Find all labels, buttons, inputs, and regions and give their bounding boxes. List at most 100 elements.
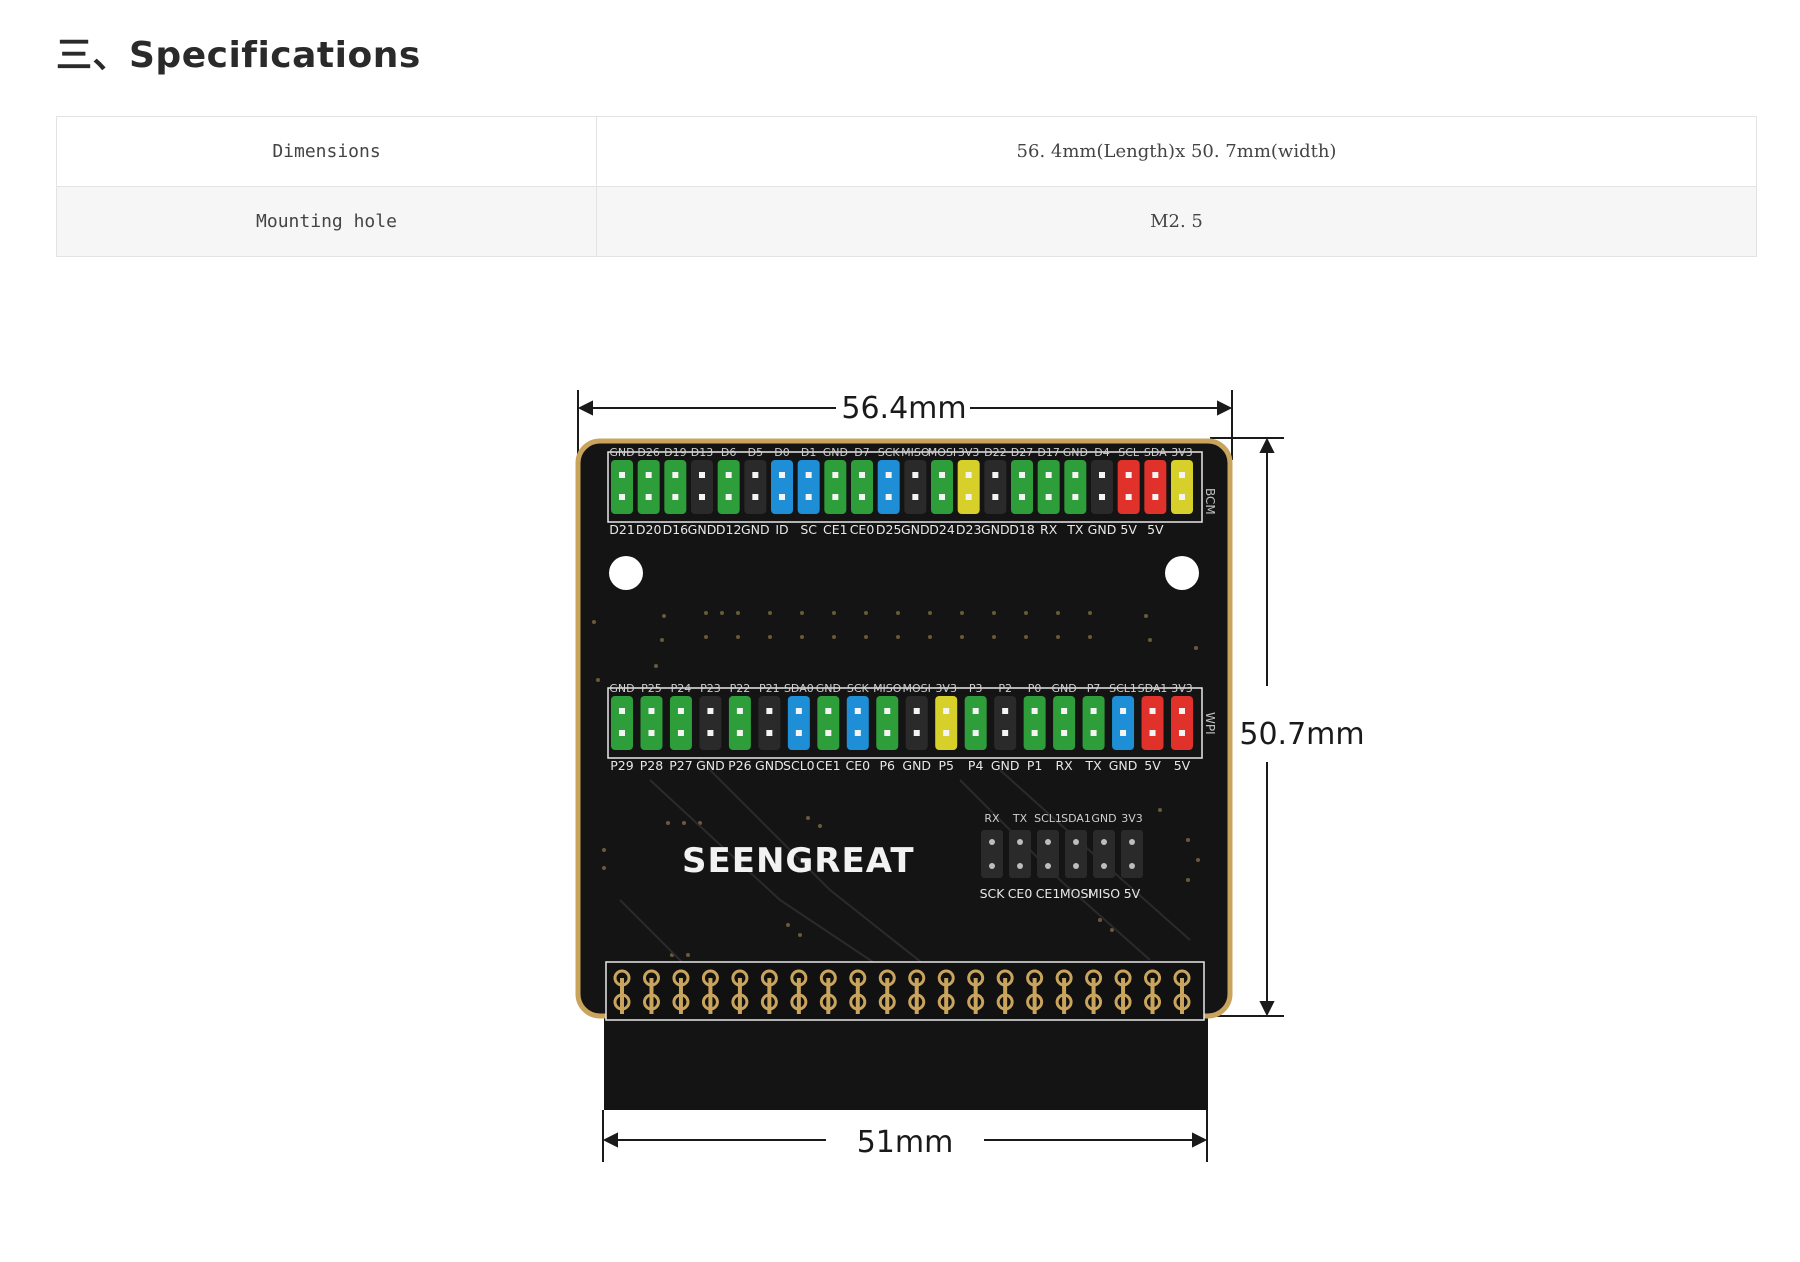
pin-label-bottom: D16 [663,522,689,537]
jumper-cap [728,696,751,750]
pin-label-top: SDA [1144,446,1167,459]
jumper-cap [611,696,633,750]
pin-label-top: TX [1012,812,1028,825]
gold-pin [973,978,978,1014]
gold-pin [855,978,860,1014]
pin-dot [939,494,945,500]
pin-dot [1152,494,1159,500]
pin-label-bottom: CE1 [1036,886,1061,901]
jumper-cap [691,460,713,514]
pin-label-top: MISO [873,682,902,695]
jumper-cap [1171,460,1193,514]
pin-label-bottom: SC [800,522,817,537]
pin-label-bottom: 5V [1144,758,1161,773]
jumper-cap [758,696,781,750]
pin-dot [1017,839,1023,845]
pin-label-top: GND [609,682,634,695]
jumper-cap [669,696,692,750]
pin-label-bottom: D24 [929,522,955,537]
pin-dot [832,472,839,478]
jumper-cap [931,460,953,514]
small-pin-block [1009,830,1031,878]
pin-dot [795,730,802,736]
pin-label-top: SCL [1118,446,1140,459]
pin-dot [989,863,995,869]
small-pin-block [981,830,1003,878]
pin-dot [1129,839,1135,845]
pin-label-bottom: D18 [1009,522,1035,537]
pin-label-top: 3V3 [1121,812,1143,825]
pin-dot [832,494,839,500]
pin-dot [1073,839,1079,845]
board-diagram: 56.4mm 50.7mm 51mm BCM WPI GNDD21D26D20D… [575,390,1365,1162]
pin-label-bottom: GND [1109,758,1138,773]
pin-label-top: P23 [700,682,721,695]
pin-dot [884,730,891,736]
jumper-cap [1141,696,1164,750]
pin-dot [1031,708,1038,714]
pin-dot [619,494,625,500]
pin-dot [736,730,743,736]
pin-dot [825,730,832,736]
pin-dot [1072,494,1079,500]
pin-dot [779,494,785,500]
jumper-cap [994,696,1017,750]
pin-label-bottom: TX [1066,522,1084,537]
jumper-cap [717,460,740,514]
pin-dot [645,472,652,478]
pin-label-bottom: GND [688,522,717,537]
pin-label-top: P2 [998,682,1012,695]
pin-label-bottom: GND [981,522,1010,537]
pin-dot [1045,863,1051,869]
pin-label-top: GND [609,446,634,459]
jumper-cap [664,460,687,514]
pin-dot [1101,839,1107,845]
jumper-cap [984,460,1007,514]
pin-label-bottom: P5 [938,758,954,773]
pin-dot [805,494,812,500]
pin-label-top: P25 [641,682,662,695]
gold-pin [649,978,654,1014]
pin-label-top: SDA1 [1138,682,1168,695]
gold-pin [1150,978,1155,1014]
pin-dot [699,472,705,478]
mounting-hole-right [1165,556,1199,590]
pin-label-bottom: GND [755,758,784,773]
pin-dot [972,708,979,714]
pin-label-bottom: CE0 [1008,886,1033,901]
pin-dot [854,708,861,714]
pin-dot [677,708,684,714]
pin-dot [992,494,999,500]
jumper-cap [1023,696,1046,750]
pin-label-top: D26 [637,446,659,459]
height-label: 50.7mm [1239,717,1364,752]
pin-dot [825,708,832,714]
pin-label-top: MOSI [928,446,956,459]
pin-label-top: D22 [984,446,1006,459]
bottom-label: 51mm [857,1125,954,1160]
pin-label-top: P22 [730,682,751,695]
pin-label-top: GND [1091,812,1116,825]
jumper-cap [1011,460,1033,514]
pin-dot [1061,708,1068,714]
wpi-tag: WPI [1203,712,1217,735]
gold-pin [708,978,713,1014]
pin-dot [943,708,950,714]
pin-label-top: D4 [1094,446,1109,459]
pin-dot [859,472,865,478]
jumper-cap [851,460,873,514]
pin-label-bottom: RX [1055,758,1073,773]
pin-label-top: 3V3 [1171,446,1193,459]
jumper-cap [787,696,810,750]
pin-dot [1019,494,1025,500]
pin-dot [1101,863,1107,869]
pin-label-top: SDA1 [1061,812,1091,825]
pin-dot [672,494,679,500]
bcm-tag: BCM [1203,488,1217,515]
pin-label-bottom: GND [902,758,931,773]
pin-label-top: 3V3 [935,682,957,695]
pin-label-top: D7 [854,446,869,459]
pin-label-top: SDA0 [784,682,814,695]
pin-label-bottom: P4 [968,758,984,773]
pin-label-bottom: 5V [1147,522,1164,537]
